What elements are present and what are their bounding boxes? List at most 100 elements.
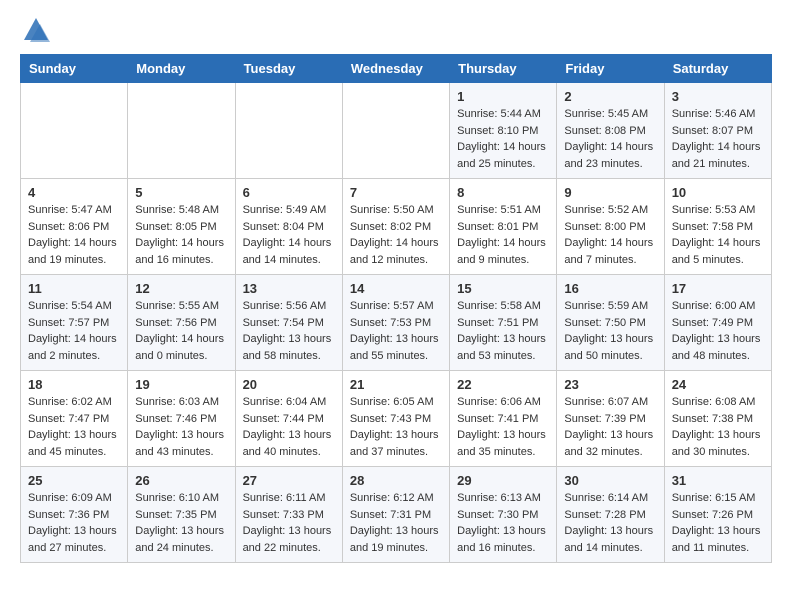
day-number: 30 <box>564 473 656 488</box>
day-number: 6 <box>243 185 335 200</box>
day-info: Sunrise: 6:11 AM Sunset: 7:33 PM Dayligh… <box>243 490 335 556</box>
day-info: Sunrise: 6:05 AM Sunset: 7:43 PM Dayligh… <box>350 394 442 460</box>
day-number: 14 <box>350 281 442 296</box>
calendar-body: 1 Sunrise: 5:44 AM Sunset: 8:10 PM Daylig… <box>21 83 772 563</box>
day-cell <box>21 83 128 179</box>
day-cell: 26 Sunrise: 6:10 AM Sunset: 7:35 PM Dayli… <box>128 467 235 563</box>
header-cell-monday: Monday <box>128 55 235 83</box>
day-cell <box>235 83 342 179</box>
header-cell-wednesday: Wednesday <box>342 55 449 83</box>
day-cell: 25Sunrise: 6:09 AM Sunset: 7:36 PM Dayli… <box>21 467 128 563</box>
day-number: 23 <box>564 377 656 392</box>
day-number: 7 <box>350 185 442 200</box>
day-info: Sunrise: 5:58 AM Sunset: 7:51 PM Dayligh… <box>457 298 549 364</box>
day-info: Sunrise: 5:44 AM Sunset: 8:10 PM Dayligh… <box>457 106 549 172</box>
day-info: Sunrise: 6:03 AM Sunset: 7:46 PM Dayligh… <box>135 394 227 460</box>
week-row-4: 18Sunrise: 6:02 AM Sunset: 7:47 PM Dayli… <box>21 371 772 467</box>
day-cell: 7 Sunrise: 5:50 AM Sunset: 8:02 PM Daylig… <box>342 179 449 275</box>
day-info: Sunrise: 6:04 AM Sunset: 7:44 PM Dayligh… <box>243 394 335 460</box>
day-cell: 10Sunrise: 5:53 AM Sunset: 7:58 PM Dayli… <box>664 179 771 275</box>
day-cell: 3 Sunrise: 5:46 AM Sunset: 8:07 PM Daylig… <box>664 83 771 179</box>
day-cell: 20Sunrise: 6:04 AM Sunset: 7:44 PM Dayli… <box>235 371 342 467</box>
day-info: Sunrise: 6:12 AM Sunset: 7:31 PM Dayligh… <box>350 490 442 556</box>
day-number: 2 <box>564 89 656 104</box>
day-info: Sunrise: 5:51 AM Sunset: 8:01 PM Dayligh… <box>457 202 549 268</box>
day-cell: 6 Sunrise: 5:49 AM Sunset: 8:04 PM Daylig… <box>235 179 342 275</box>
day-number: 29 <box>457 473 549 488</box>
day-info: Sunrise: 6:13 AM Sunset: 7:30 PM Dayligh… <box>457 490 549 556</box>
day-cell: 24Sunrise: 6:08 AM Sunset: 7:38 PM Dayli… <box>664 371 771 467</box>
day-info: Sunrise: 6:00 AM Sunset: 7:49 PM Dayligh… <box>672 298 764 364</box>
day-number: 10 <box>672 185 764 200</box>
day-cell <box>128 83 235 179</box>
day-info: Sunrise: 6:06 AM Sunset: 7:41 PM Dayligh… <box>457 394 549 460</box>
header-cell-thursday: Thursday <box>450 55 557 83</box>
header-cell-saturday: Saturday <box>664 55 771 83</box>
day-number: 11 <box>28 281 120 296</box>
day-cell: 16 Sunrise: 5:59 AM Sunset: 7:50 PM Dayli… <box>557 275 664 371</box>
header-cell-tuesday: Tuesday <box>235 55 342 83</box>
day-cell: 15 Sunrise: 5:58 AM Sunset: 7:51 PM Dayli… <box>450 275 557 371</box>
day-info: Sunrise: 5:49 AM Sunset: 8:04 PM Dayligh… <box>243 202 335 268</box>
logo <box>20 16 50 44</box>
day-info: Sunrise: 5:54 AM Sunset: 7:57 PM Dayligh… <box>28 298 120 364</box>
day-number: 19 <box>135 377 227 392</box>
day-number: 16 <box>564 281 656 296</box>
day-cell: 27 Sunrise: 6:11 AM Sunset: 7:33 PM Dayli… <box>235 467 342 563</box>
day-cell: 14 Sunrise: 5:57 AM Sunset: 7:53 PM Dayli… <box>342 275 449 371</box>
day-number: 31 <box>672 473 764 488</box>
day-number: 27 <box>243 473 335 488</box>
day-info: Sunrise: 6:07 AM Sunset: 7:39 PM Dayligh… <box>564 394 656 460</box>
day-cell: 21 Sunrise: 6:05 AM Sunset: 7:43 PM Dayli… <box>342 371 449 467</box>
day-cell: 30Sunrise: 6:14 AM Sunset: 7:28 PM Dayli… <box>557 467 664 563</box>
day-info: Sunrise: 5:55 AM Sunset: 7:56 PM Dayligh… <box>135 298 227 364</box>
day-cell <box>342 83 449 179</box>
day-number: 25 <box>28 473 120 488</box>
day-info: Sunrise: 6:15 AM Sunset: 7:26 PM Dayligh… <box>672 490 764 556</box>
logo-icon <box>22 16 50 44</box>
day-cell: 23 Sunrise: 6:07 AM Sunset: 7:39 PM Dayli… <box>557 371 664 467</box>
day-cell: 2 Sunrise: 5:45 AM Sunset: 8:08 PM Daylig… <box>557 83 664 179</box>
day-info: Sunrise: 5:57 AM Sunset: 7:53 PM Dayligh… <box>350 298 442 364</box>
day-info: Sunrise: 6:10 AM Sunset: 7:35 PM Dayligh… <box>135 490 227 556</box>
header-cell-friday: Friday <box>557 55 664 83</box>
day-number: 15 <box>457 281 549 296</box>
day-cell: 31 Sunrise: 6:15 AM Sunset: 7:26 PM Dayli… <box>664 467 771 563</box>
day-number: 13 <box>243 281 335 296</box>
day-cell: 5Sunrise: 5:48 AM Sunset: 8:05 PM Daylig… <box>128 179 235 275</box>
day-number: 21 <box>350 377 442 392</box>
day-number: 1 <box>457 89 549 104</box>
day-cell: 17 Sunrise: 6:00 AM Sunset: 7:49 PM Dayli… <box>664 275 771 371</box>
day-cell: 1 Sunrise: 5:44 AM Sunset: 8:10 PM Daylig… <box>450 83 557 179</box>
day-number: 26 <box>135 473 227 488</box>
week-row-3: 11 Sunrise: 5:54 AM Sunset: 7:57 PM Dayli… <box>21 275 772 371</box>
day-number: 9 <box>564 185 656 200</box>
calendar-table: SundayMondayTuesdayWednesdayThursdayFrid… <box>20 54 772 563</box>
day-number: 3 <box>672 89 764 104</box>
day-info: Sunrise: 5:59 AM Sunset: 7:50 PM Dayligh… <box>564 298 656 364</box>
day-number: 8 <box>457 185 549 200</box>
day-info: Sunrise: 5:52 AM Sunset: 8:00 PM Dayligh… <box>564 202 656 268</box>
day-cell: 12 Sunrise: 5:55 AM Sunset: 7:56 PM Dayli… <box>128 275 235 371</box>
day-number: 12 <box>135 281 227 296</box>
week-row-5: 25Sunrise: 6:09 AM Sunset: 7:36 PM Dayli… <box>21 467 772 563</box>
week-row-2: 4Sunrise: 5:47 AM Sunset: 8:06 PM Daylig… <box>21 179 772 275</box>
day-cell: 8 Sunrise: 5:51 AM Sunset: 8:01 PM Daylig… <box>450 179 557 275</box>
day-info: Sunrise: 6:02 AM Sunset: 7:47 PM Dayligh… <box>28 394 120 460</box>
day-cell: 18Sunrise: 6:02 AM Sunset: 7:47 PM Dayli… <box>21 371 128 467</box>
day-number: 4 <box>28 185 120 200</box>
day-info: Sunrise: 5:46 AM Sunset: 8:07 PM Dayligh… <box>672 106 764 172</box>
day-info: Sunrise: 5:56 AM Sunset: 7:54 PM Dayligh… <box>243 298 335 364</box>
day-number: 28 <box>350 473 442 488</box>
header-cell-sunday: Sunday <box>21 55 128 83</box>
day-number: 5 <box>135 185 227 200</box>
day-info: Sunrise: 5:50 AM Sunset: 8:02 PM Dayligh… <box>350 202 442 268</box>
day-cell: 29 Sunrise: 6:13 AM Sunset: 7:30 PM Dayli… <box>450 467 557 563</box>
page-container: SundayMondayTuesdayWednesdayThursdayFrid… <box>0 0 792 579</box>
day-cell: 11 Sunrise: 5:54 AM Sunset: 7:57 PM Dayli… <box>21 275 128 371</box>
day-number: 17 <box>672 281 764 296</box>
day-cell: 19 Sunrise: 6:03 AM Sunset: 7:46 PM Dayli… <box>128 371 235 467</box>
week-row-1: 1 Sunrise: 5:44 AM Sunset: 8:10 PM Daylig… <box>21 83 772 179</box>
day-cell: 28 Sunrise: 6:12 AM Sunset: 7:31 PM Dayli… <box>342 467 449 563</box>
day-info: Sunrise: 5:45 AM Sunset: 8:08 PM Dayligh… <box>564 106 656 172</box>
